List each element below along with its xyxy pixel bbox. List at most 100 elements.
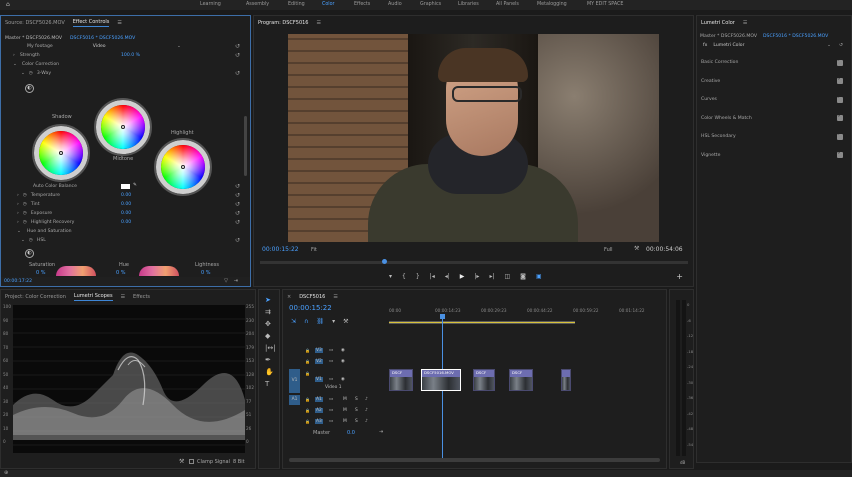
lumetri-section-creative[interactable]: Creative xyxy=(697,76,851,86)
reset-icon[interactable]: ↺ xyxy=(235,211,240,217)
sync-lock-icon[interactable]: ▭ xyxy=(329,408,333,413)
program-scrubber[interactable] xyxy=(260,259,688,264)
sync-lock-icon[interactable]: ▭ xyxy=(329,419,333,424)
master-volume[interactable]: 0.0 xyxy=(347,430,355,436)
wrench-icon[interactable]: ⚒ xyxy=(634,245,639,252)
marker-icon[interactable]: ▾ xyxy=(389,273,392,280)
home-icon[interactable]: ⌂ xyxy=(6,2,10,8)
tab-program[interactable]: Program: DSCF5016 xyxy=(258,20,309,27)
reset-icon[interactable]: ↺ xyxy=(235,220,240,226)
lumetri-section-curves[interactable]: Curves xyxy=(697,94,851,104)
source-patch[interactable]: A1 xyxy=(289,395,300,405)
panel-menu-icon[interactable]: ☰ xyxy=(317,20,321,26)
reset-icon[interactable]: ↺ xyxy=(235,71,240,77)
workspace-tab-learning[interactable]: Learning xyxy=(200,2,221,7)
video-clip[interactable]: DSCF xyxy=(473,369,495,391)
saturation-slider[interactable] xyxy=(56,266,96,276)
solo-button[interactable]: S xyxy=(355,408,358,413)
lock-icon[interactable]: 🔒 xyxy=(305,408,310,413)
lightness-value[interactable]: 0 % xyxy=(201,270,211,276)
enable-checkbox[interactable] xyxy=(837,131,843,140)
track-target[interactable]: V1 xyxy=(315,377,323,382)
panel-menu-icon[interactable]: ☰ xyxy=(117,20,121,26)
stopwatch-icon[interactable]: ◷ xyxy=(23,193,27,198)
lightness-slider[interactable] xyxy=(139,266,179,276)
enable-checkbox[interactable] xyxy=(837,113,843,121)
highlight-recovery-value[interactable]: 0.00 xyxy=(121,220,131,225)
reset-icon[interactable]: ↺ xyxy=(235,44,240,50)
sync-lock-icon[interactable]: ▭ xyxy=(329,348,333,353)
tab-lumetri-scopes[interactable]: Lumetri Scopes xyxy=(73,293,113,301)
exposure-value[interactable]: 0.00 xyxy=(121,211,131,216)
microphone-icon[interactable]: ♪ xyxy=(365,408,368,413)
video-clip[interactable] xyxy=(561,369,571,391)
lumetri-section-vignette[interactable]: Vignette xyxy=(697,150,851,160)
enable-checkbox[interactable] xyxy=(837,150,843,158)
highlight-wheel-handle[interactable] xyxy=(181,165,185,169)
panel-menu-icon[interactable]: ☰ xyxy=(121,294,125,300)
lock-icon[interactable]: 🔒 xyxy=(305,348,310,353)
playhead-marker[interactable] xyxy=(382,259,387,264)
panel-menu-icon[interactable]: ☰ xyxy=(333,294,337,300)
program-video-frame[interactable] xyxy=(288,34,659,242)
master-clip-label[interactable]: Master * DSCF5026.MOV xyxy=(5,36,62,41)
sequence-clip-label[interactable]: DSCF5016 * DSCF5026.MOV xyxy=(763,34,828,39)
linked-selection-icon[interactable]: ⛓ xyxy=(316,318,324,325)
snap-icon[interactable]: ∩ xyxy=(304,318,308,325)
pen-tool-icon[interactable]: ✒ xyxy=(265,356,276,364)
mute-button[interactable]: M xyxy=(343,408,347,413)
workspace-tab-graphics[interactable]: Graphics xyxy=(420,2,441,7)
track-target[interactable]: V2 xyxy=(315,359,323,364)
stopwatch-icon[interactable]: ◷ xyxy=(29,71,33,76)
track-target[interactable]: A2 xyxy=(315,408,323,413)
filter-icon[interactable]: ▽ xyxy=(224,278,228,284)
microphone-icon[interactable]: ♪ xyxy=(365,419,368,424)
eye-icon[interactable]: ◉ xyxy=(341,348,345,353)
workspace-tab-effects[interactable]: Effects xyxy=(354,2,370,7)
enable-checkbox[interactable] xyxy=(837,76,843,84)
effect-dropdown[interactable]: Lumetri Color xyxy=(713,43,744,48)
go-to-in-icon[interactable]: |◂ xyxy=(430,273,435,280)
wrench-icon[interactable]: ⚒ xyxy=(179,458,184,465)
step-back-icon[interactable]: ◂| xyxy=(445,273,450,280)
in-point-icon[interactable]: { xyxy=(402,273,406,280)
slip-tool-icon[interactable]: |↔| xyxy=(265,344,276,352)
sequence-clip-label[interactable]: DSCF5016 * DSCF5026.MOV xyxy=(70,36,135,41)
workspace-tab-audio[interactable]: Audio xyxy=(388,2,402,7)
track-select-icon[interactable]: ⇉ xyxy=(265,308,276,316)
comparison-view-icon[interactable]: ▣ xyxy=(536,273,542,280)
midtone-wheel-handle[interactable] xyxy=(121,125,125,129)
timeline-ruler[interactable]: 00:00 00:00:14:23 00:00:29:23 00:00:44:22 00… xyxy=(389,306,661,320)
export-frame-icon[interactable]: ◫ xyxy=(504,273,510,280)
tab-effects[interactable]: Effects xyxy=(133,294,150,300)
workspace-tab-my-edit-space[interactable]: MY EDIT SPACE xyxy=(587,2,623,7)
razor-icon[interactable]: ◆ xyxy=(265,332,276,340)
effect-controls-scrollbar[interactable] xyxy=(244,116,247,176)
tab-effect-controls[interactable]: Effect Controls xyxy=(72,19,110,27)
out-point-icon[interactable]: } xyxy=(416,273,420,280)
stopwatch-icon[interactable]: ◷ xyxy=(23,220,27,225)
tab-project[interactable]: Project: Color Correction xyxy=(5,294,66,300)
export-icon[interactable]: ⇥ xyxy=(234,278,238,284)
mute-button[interactable]: M xyxy=(343,419,347,424)
workspace-tab-editing[interactable]: Editing xyxy=(288,2,305,7)
video-dropdown[interactable]: Video xyxy=(93,44,106,49)
step-forward-icon[interactable]: |▸ xyxy=(474,273,479,280)
workspace-tab-color[interactable]: Color xyxy=(322,2,335,7)
hand-tool-icon[interactable]: ✋ xyxy=(265,368,276,376)
marker-icon[interactable]: ▾ xyxy=(332,318,335,325)
reset-icon[interactable]: ↺ xyxy=(235,238,240,244)
effect-controls-timecode[interactable]: 00:00:17:22 xyxy=(4,279,32,284)
sync-lock-icon[interactable]: ▭ xyxy=(329,359,333,364)
type-tool-icon[interactable]: T xyxy=(265,380,276,388)
work-area-bar[interactable] xyxy=(389,321,575,324)
clamp-signal-checkbox[interactable] xyxy=(189,459,194,464)
master-clip-label[interactable]: Master * DSCF5026.MOV xyxy=(700,34,757,39)
tint-value[interactable]: 0.00 xyxy=(121,202,131,207)
reset-icon[interactable]: ↺ xyxy=(235,202,240,208)
panel-menu-icon[interactable]: ☰ xyxy=(743,20,747,26)
temperature-value[interactable]: 0.00 xyxy=(121,193,131,198)
enable-checkbox[interactable] xyxy=(837,57,843,66)
stopwatch-icon[interactable]: ◷ xyxy=(23,211,27,216)
solo-button[interactable]: S xyxy=(355,397,358,402)
